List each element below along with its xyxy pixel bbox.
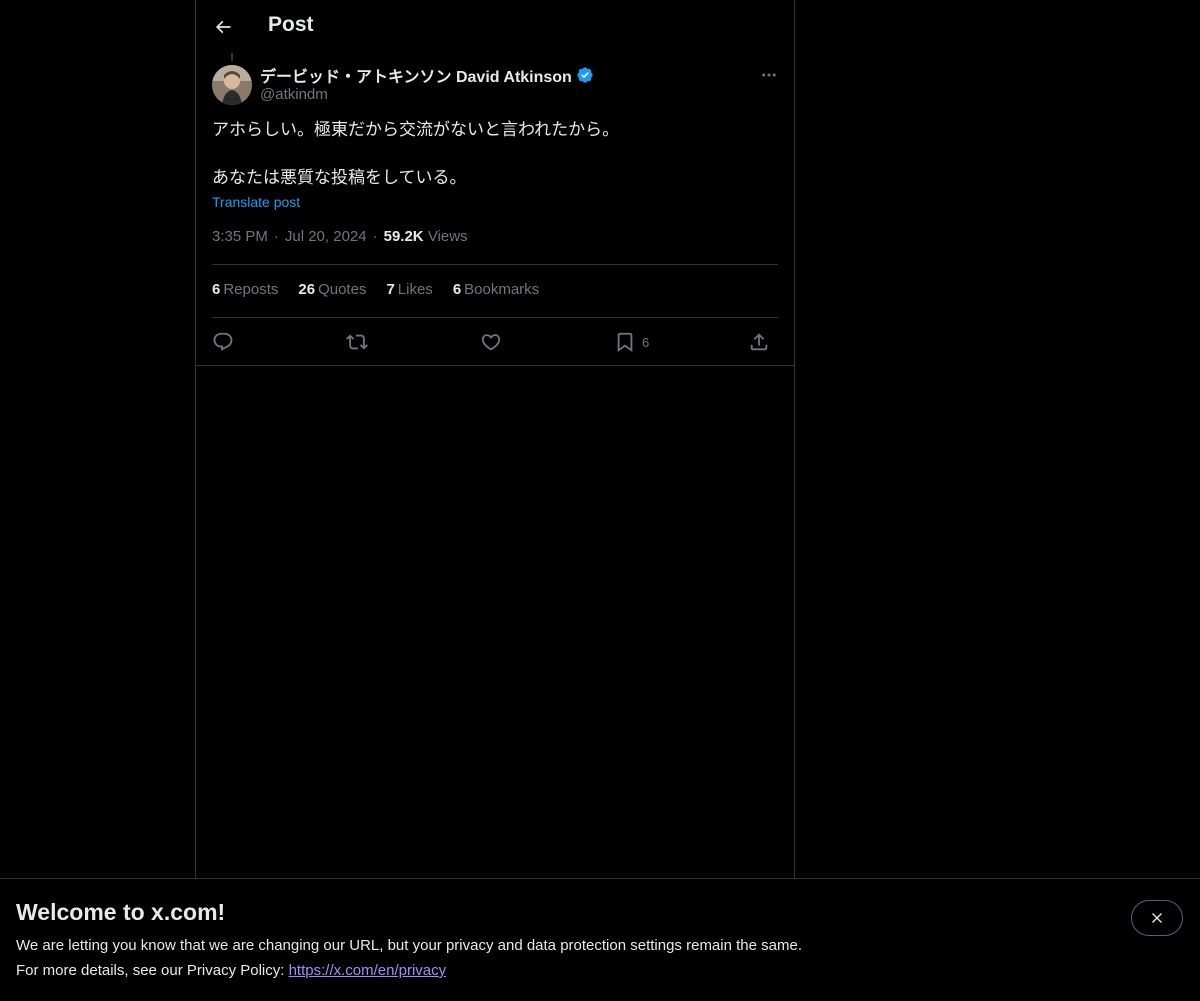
back-button[interactable] (208, 12, 238, 42)
avatar[interactable] (212, 65, 252, 105)
bookmark-button[interactable]: 6 (614, 329, 649, 355)
name-row: デービッド・アトキンソン David Atkinson (260, 64, 594, 86)
divider (212, 317, 778, 318)
meta-separator: · (273, 228, 279, 245)
translate-post-link[interactable]: Translate post (212, 194, 300, 210)
like-icon (481, 334, 501, 351)
post-time[interactable]: 3:35 PM (212, 228, 268, 245)
author-display-name[interactable]: デービッド・アトキンソン David Atkinson (260, 63, 572, 87)
post-meta: 3:35 PM · Jul 20, 2024 · 59.2K Views (212, 228, 468, 245)
reply-button[interactable] (212, 329, 234, 355)
share-icon (750, 333, 768, 351)
banner-message: We are letting you know that we are chan… (16, 937, 802, 954)
banner-title: Welcome to x.com! (16, 899, 226, 925)
close-icon (1152, 913, 1162, 923)
post-line-2: あなたは悪質な投稿をしている。 (212, 168, 467, 187)
author-handle[interactable]: @atkindm (260, 86, 594, 103)
verified-badge-icon[interactable] (576, 66, 594, 84)
stat-reposts[interactable]: 6 Reposts (212, 281, 278, 298)
repost-icon (346, 334, 368, 350)
author-block: デービッド・アトキンソン David Atkinson @atkindm (260, 64, 594, 103)
post-date[interactable]: Jul 20, 2024 (285, 228, 367, 245)
post-text: アホらしい。極東だから交流がないと言われたから。 あなたは悪質な投稿をしている。 (212, 118, 778, 190)
more-icon (762, 73, 776, 77)
views-label: Views (427, 228, 468, 245)
page-header: Post (196, 0, 794, 53)
post-line-1: アホらしい。極東だから交流がないと言われたから。 (212, 120, 620, 139)
more-options-button[interactable] (756, 64, 782, 86)
primary-column: Post デービッド・アトキンソン David Atkinson @atkind… (195, 0, 795, 1000)
banner-close-button[interactable] (1131, 900, 1183, 936)
meta-separator: · (372, 228, 378, 245)
url-change-banner: Welcome to x.com! We are letting you kno… (0, 878, 1200, 1001)
divider (212, 264, 778, 265)
stat-bookmarks[interactable]: 6 Bookmarks (453, 281, 539, 298)
share-button[interactable] (748, 329, 770, 355)
back-arrow-icon (215, 20, 231, 34)
reply-icon (213, 332, 233, 351)
bookmark-icon (617, 332, 633, 353)
banner-policy-line: For more details, see our Privacy Policy… (16, 962, 446, 979)
stat-quotes[interactable]: 26 Quotes (298, 281, 366, 298)
views-count: 59.2K (383, 228, 424, 245)
repost-button[interactable] (346, 329, 368, 355)
bookmark-count: 6 (642, 334, 650, 350)
banner-policy-prefix: For more details, see our Privacy Policy… (16, 962, 289, 979)
stat-likes[interactable]: 7 Likes (386, 281, 432, 298)
page-title: Post (268, 13, 314, 36)
engagement-stats: 6 Reposts 26 Quotes 7 Likes 6 Bookmarks (212, 281, 539, 298)
divider (196, 365, 794, 366)
privacy-policy-link[interactable]: https://x.com/en/privacy (289, 962, 447, 979)
thread-connector (231, 53, 233, 61)
like-button[interactable] (480, 329, 502, 355)
action-bar: 6 (212, 327, 778, 357)
